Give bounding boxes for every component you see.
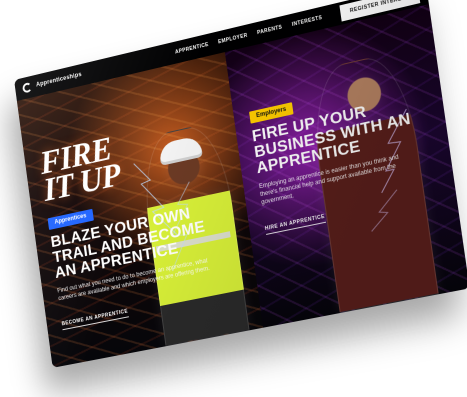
nav-item-parents[interactable]: PARENTS — [257, 24, 283, 36]
apprentices-panel: FIRE IT UP Apprentices BLAZE YOUR OWN TR… — [16, 52, 263, 368]
logo-text: Apprenticeships — [35, 71, 83, 89]
nav-item-apprentice[interactable]: APPRENTICE — [175, 42, 209, 56]
browser-screenshot: Apprenticeships APPRENTICE EMPLOYER PARE… — [14, 0, 467, 368]
nav-item-interests[interactable]: INTERESTS — [292, 15, 323, 28]
stage: Apprenticeships APPRENTICE EMPLOYER PARE… — [0, 0, 467, 397]
employers-panel: Employers FIRE UP YOUR BUSINESS WITH AN … — [224, 4, 467, 328]
apprentices-content: FIRE IT UP Apprentices BLAZE YOUR OWN TR… — [38, 116, 222, 331]
nav-item-employer[interactable]: EMPLOYER — [218, 33, 248, 46]
apprenticeships-logo-icon — [22, 81, 33, 94]
